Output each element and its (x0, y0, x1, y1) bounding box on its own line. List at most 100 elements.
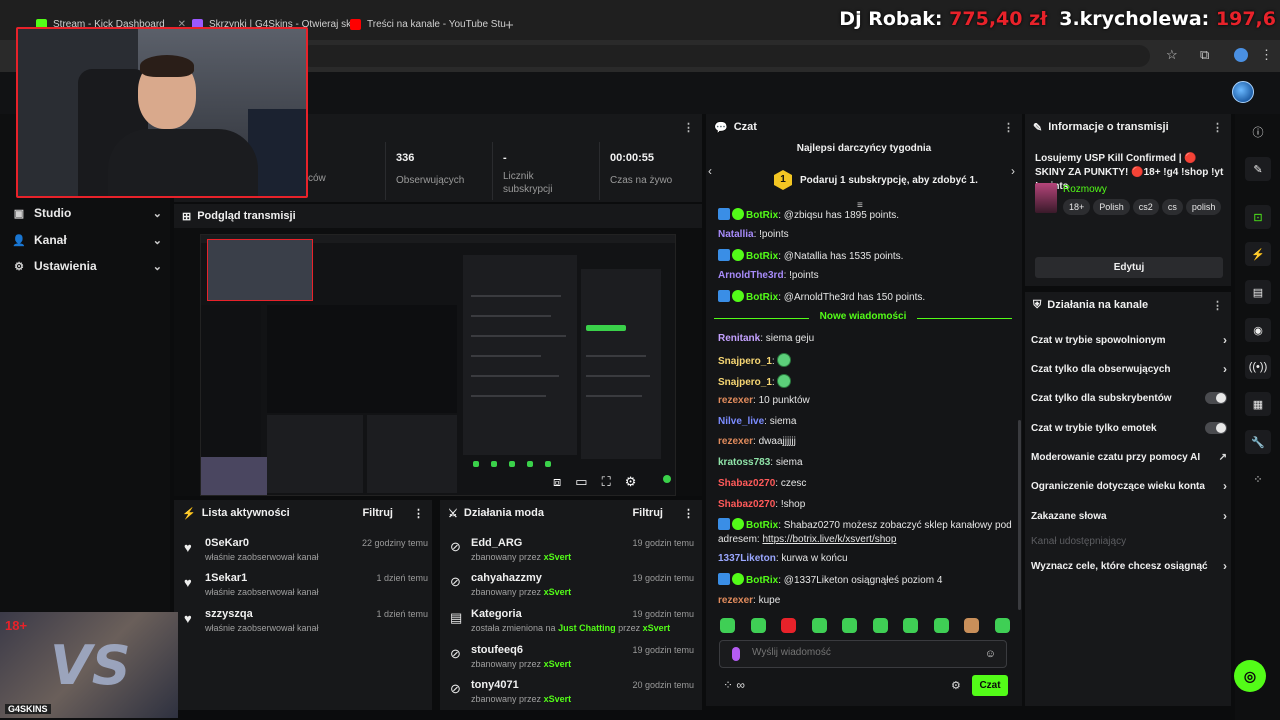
chevron-left-icon[interactable]: ‹ (708, 164, 712, 178)
tag[interactable]: cs2 (1132, 199, 1159, 215)
info-icon[interactable]: ⓘ (1245, 120, 1271, 144)
channel-action-item[interactable]: Czat tylko dla obserwujących › (1031, 360, 1227, 378)
fullscreen-icon[interactable]: ⛶ (602, 474, 611, 490)
emote-icon[interactable] (842, 618, 858, 633)
channel-action-item[interactable]: Moderowanie czatu przy pomocy AI ↗ (1031, 448, 1227, 466)
mod-target[interactable]: cahyahazzmy (471, 572, 542, 584)
filter-button[interactable]: Filtruj (362, 507, 393, 519)
profile-avatar[interactable] (1234, 48, 1248, 62)
chat-username[interactable]: ArnoldThe3rd (718, 270, 784, 281)
chat-username[interactable]: Nilve_live (718, 416, 764, 427)
sidebar-item-kanal[interactable]: 👤 Kanał ⌄ (12, 229, 162, 251)
channel-action-item[interactable]: Czat w trybie spowolnionym › (1031, 331, 1227, 349)
chat-username[interactable]: rezexer (718, 436, 753, 447)
theater-mode-icon[interactable]: ▭ (575, 474, 587, 490)
channel-action-item[interactable]: Ograniczenie dotyczące wieku konta › (1031, 477, 1227, 495)
more-options-icon[interactable]: ⋮ (1003, 121, 1014, 134)
emote-icon[interactable] (933, 618, 949, 633)
emote-icon[interactable] (781, 618, 797, 633)
chat-username[interactable]: Renitank (718, 333, 760, 344)
emote-icon[interactable] (872, 618, 888, 633)
emote-icon[interactable] (994, 618, 1010, 633)
emote-icon[interactable] (903, 618, 919, 633)
stat-label: ców (308, 173, 326, 184)
donor-prompt[interactable]: Podaruj 1 subskrypcję, aby zdobyć 1. (800, 175, 978, 186)
filter-button[interactable]: Filtruj (632, 507, 663, 519)
channel-action-item[interactable]: Czat w trybie tylko emotek (1031, 419, 1227, 437)
emote-icon[interactable] (720, 618, 735, 633)
mod-target[interactable]: stoufeeq6 (471, 644, 523, 656)
settings-icon[interactable]: ⚙ (625, 474, 637, 490)
chat-username[interactable]: 1337Liketon (718, 553, 776, 564)
browser-menu-icon[interactable]: ⋮ (1260, 47, 1273, 63)
toggle-switch[interactable] (1205, 422, 1227, 434)
sidebar-item-ustawienia[interactable]: ⚙ Ustawienia ⌄ (12, 255, 162, 277)
chat-settings-icon[interactable]: ⚙ (951, 679, 961, 692)
channel-action-item[interactable]: Czat tylko dla subskrybentów (1031, 389, 1227, 407)
new-tab-button[interactable]: + (505, 17, 514, 34)
emote-icon[interactable] (811, 618, 827, 633)
chat-message-input[interactable] (752, 647, 972, 658)
emote-icon[interactable] (964, 618, 980, 633)
chat-input-box[interactable]: ☺ (719, 640, 1007, 668)
activity-user[interactable]: szzyszqa (205, 608, 253, 620)
chat-scrollbar[interactable] (1018, 420, 1021, 610)
tag[interactable]: 18+ (1063, 199, 1091, 215)
browser-tab-youtube[interactable]: Treści na kanale - YouTube Stu ✕ (340, 8, 510, 40)
edit-stream-button[interactable]: Edytuj (1035, 257, 1223, 278)
document-icon[interactable]: ▤ (1245, 280, 1271, 304)
chat-username[interactable]: BotRix (746, 251, 778, 262)
emote-icon[interactable] (750, 618, 766, 633)
chat-bubble-icon[interactable]: ◉ (1245, 318, 1271, 342)
tag[interactable]: cs (1161, 199, 1183, 215)
activity-user[interactable]: 0SeKar0 (205, 537, 249, 549)
broadcast-icon[interactable]: ((•)) (1245, 355, 1271, 379)
chat-username[interactable]: BotRix (746, 520, 778, 531)
emoji-picker-icon[interactable]: ☺ (985, 648, 996, 660)
channel-action-item[interactable]: Wyznacz cele, które chcesz osiągnąć › (1031, 557, 1227, 575)
chat-username[interactable]: Shabaz0270 (718, 478, 775, 489)
microphone-icon[interactable] (732, 647, 740, 661)
chat-username[interactable]: kratoss783 (718, 457, 770, 468)
tag[interactable]: Polish (1093, 199, 1130, 215)
toggle-switch[interactable] (1205, 392, 1227, 404)
layout-icon[interactable]: ▦ (1245, 392, 1271, 416)
user-avatar[interactable] (1232, 81, 1254, 103)
address-bar[interactable] (300, 45, 1150, 67)
activity-user[interactable]: 1Sekar1 (205, 572, 247, 584)
more-options-icon[interactable]: ⋮ (413, 507, 424, 520)
chat-username[interactable]: rezexer (718, 395, 753, 406)
more-options-icon[interactable]: ⋮ (1212, 121, 1223, 134)
more-options-icon[interactable]: ⋮ (683, 507, 694, 520)
chat-username[interactable]: rezexer (718, 595, 753, 606)
new-messages-divider[interactable]: Nowe wiadomości (714, 311, 1012, 325)
wrench-icon[interactable]: 🔧 (1245, 430, 1271, 454)
more-options-icon[interactable]: ⋮ (1212, 299, 1223, 312)
chat-username[interactable]: BotRix (746, 292, 778, 303)
bolt-icon[interactable]: ⚡ (1245, 242, 1271, 266)
sidebar-item-studio[interactable]: ▣ Studio ⌄ (12, 202, 162, 224)
extensions-icon[interactable]: ⧉ (1200, 47, 1209, 63)
category-name[interactable]: Rozmowy (1063, 184, 1107, 195)
apps-icon[interactable]: ⁘ (1245, 467, 1271, 491)
chat-username[interactable]: Shabaz0270 (718, 499, 775, 510)
chat-username[interactable]: Snajpero_1 (718, 356, 772, 367)
pencil-icon[interactable]: ✎ (1245, 157, 1271, 181)
send-chat-button[interactable]: Czat (972, 675, 1008, 696)
chat-username[interactable]: Snajpero_1 (718, 377, 772, 388)
help-chat-button[interactable]: ◎ (1234, 660, 1266, 692)
chat-link[interactable]: https://botrix.live/k/xsvert/shop (762, 534, 896, 545)
mod-target[interactable]: tony4071 (471, 679, 519, 691)
mod-target[interactable]: Edd_ARG (471, 537, 522, 549)
chat-username[interactable]: BotRix (746, 575, 778, 586)
tag[interactable]: polish (1185, 199, 1222, 215)
points-icon[interactable]: ⁘ ∞ (723, 678, 745, 692)
chevron-right-icon[interactable]: › (1011, 164, 1015, 178)
channel-action-item[interactable]: Zakazane słowa › (1031, 507, 1227, 525)
more-options-icon[interactable]: ⋮ (683, 121, 694, 134)
bookmark-star-icon[interactable]: ☆ (1166, 47, 1178, 63)
chat-username[interactable]: Natallia (718, 229, 754, 240)
scan-icon[interactable]: ⊡ (1245, 205, 1271, 229)
chat-username[interactable]: BotRix (746, 210, 778, 221)
picture-in-picture-icon[interactable]: ⧈ (553, 474, 561, 490)
